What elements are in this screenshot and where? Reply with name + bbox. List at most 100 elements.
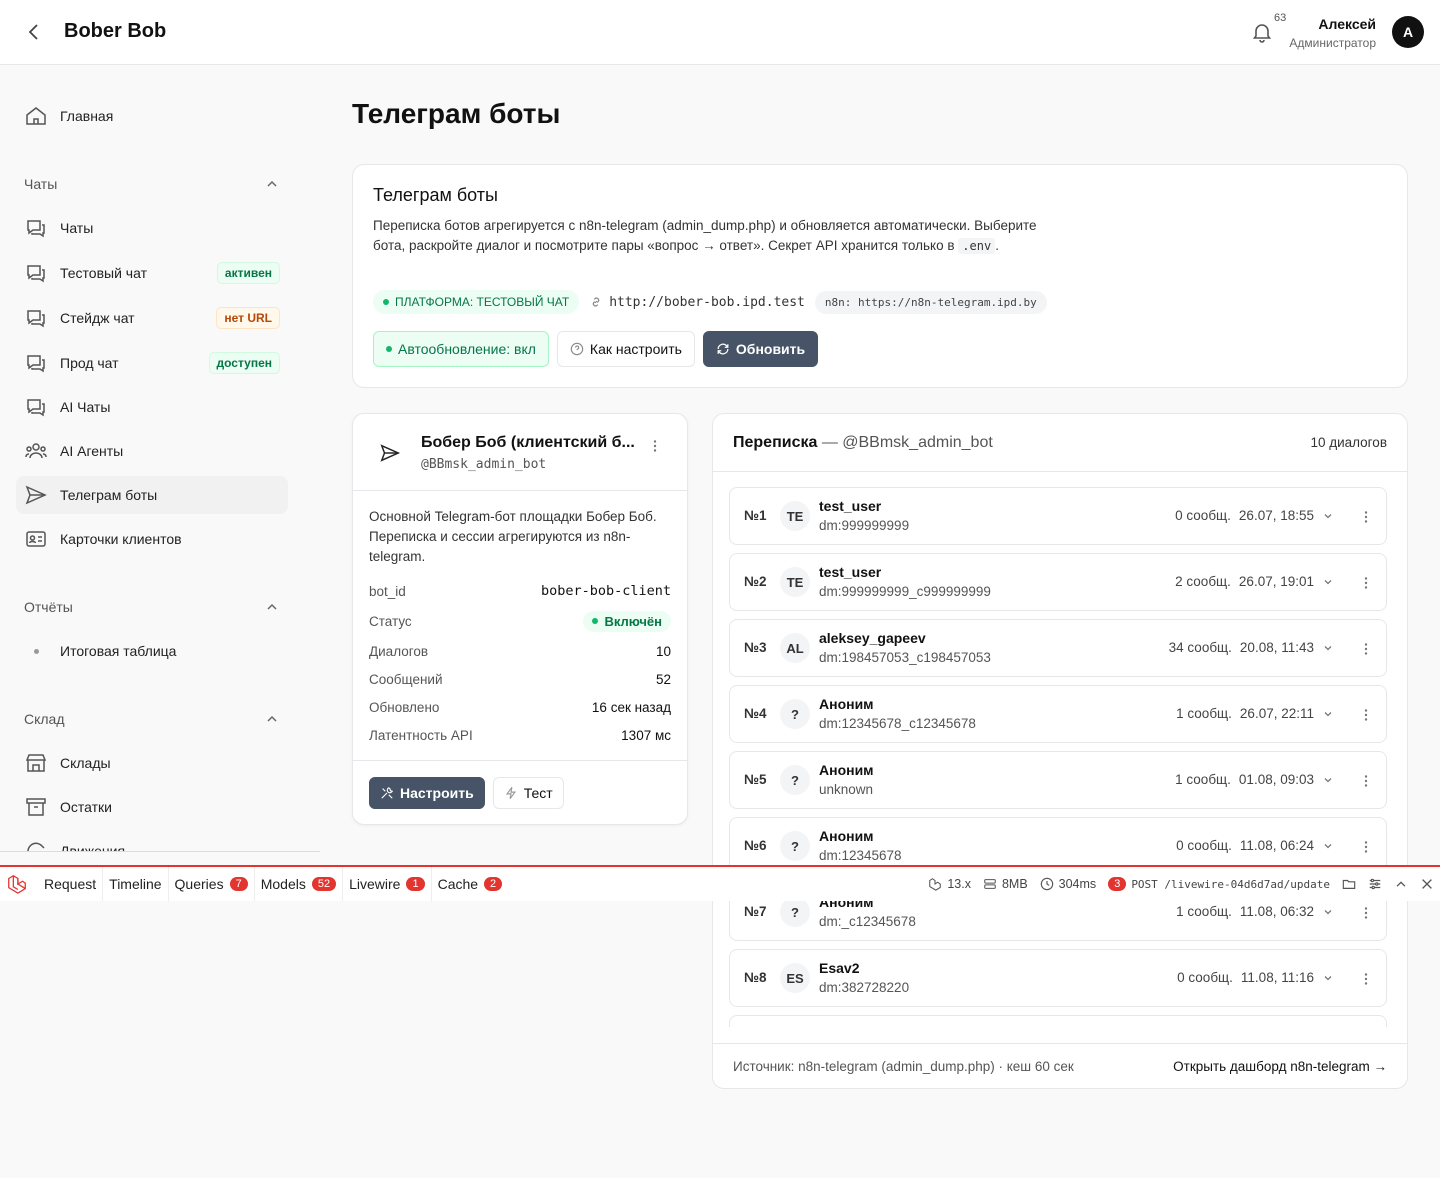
field-value: 1307 мс [621,727,671,743]
dialogs-card: Переписка — @BBmsk_admin_bot 10 диалогов… [712,413,1408,1089]
dialog-row[interactable]: №2 TE test_user dm:999999999_c999999999 2 со… [729,553,1387,611]
dialog-date: 11.08, 06:24 [1239,838,1314,853]
chevron-down-icon[interactable] [1322,708,1334,720]
close-icon[interactable] [1420,877,1434,891]
debug-tab-request[interactable]: Request [38,867,104,901]
dialog-row[interactable]: №8 ES Esav2 dm:382728220 0 сообщ. 11.08, 11:1… [729,949,1387,1007]
archive-box-icon [24,795,48,819]
dialog-avatar: ? [780,765,810,795]
bot-card-header: Бобер Боб (клиентский б... @BBmsk_admin_… [353,414,687,491]
sidebar-item-home[interactable]: Главная [16,97,288,135]
dialogs-footer: Источник: n8n-telegram (admin_dump.php) … [713,1043,1407,1088]
auto-refresh-toggle[interactable]: Автообновление: вкл [373,331,549,367]
count-badge: 7 [229,877,248,891]
field-key: Латентность API [369,727,473,743]
dialog-id: dm:_c12345678 [819,914,916,929]
more-vertical-icon[interactable] [1358,707,1374,723]
configure-button[interactable]: Настроить [369,777,485,809]
chevron-down-icon[interactable] [1322,774,1334,786]
sidebar-item-client-cards[interactable]: Карточки клиентов [16,520,288,558]
avatar[interactable]: A [1392,16,1424,48]
nav-group-chats[interactable]: Чаты [24,176,280,192]
sidebar-item-movements[interactable]: Движения [16,832,288,851]
tab-label: Livewire [349,876,401,892]
more-vertical-icon[interactable] [647,438,663,454]
status-badge: нет URL [216,307,280,329]
settings-sliders-icon[interactable] [1368,877,1382,891]
test-label: Тест [523,785,553,801]
tools-icon [381,787,394,799]
message-count: 0 сообщ. [1176,838,1232,853]
sidebar-item-ai-agents[interactable]: AI Агенты [16,432,288,470]
sidebar-item-test-chat[interactable]: Тестовый чат активен [16,254,288,292]
back-arrow-icon[interactable] [22,20,46,44]
chevron-down-icon[interactable] [1322,840,1334,852]
dialogs-bot-handle: @BBmsk_admin_bot [842,433,993,451]
more-vertical-icon[interactable] [1358,905,1374,921]
refresh-button[interactable]: Обновить [702,331,819,367]
dialog-row[interactable]: №5? Аноним unknown 1 сообщ. 01.08, 09:03 [729,751,1387,809]
field-key: Сообщений [369,671,443,687]
chevron-down-icon[interactable] [1322,906,1334,918]
bot-field-row: Сообщений 52 [369,665,671,693]
how-to-button[interactable]: Как настроить [556,331,695,367]
sidebar-item-warehouses[interactable]: Склады [16,744,288,782]
dialog-meta: 2 сообщ. 26.07, 19:01 [1175,574,1334,589]
time-text: 304ms [1058,877,1097,891]
sidebar-item-label: Прод чат [60,355,119,371]
chevron-up-icon [264,176,280,192]
more-vertical-icon[interactable] [1358,839,1374,855]
sidebar-item-stock[interactable]: Остатки [16,788,288,826]
request-stat[interactable]: 3 POST /livewire-04d6d7ad/update [1108,877,1330,891]
server-icon [984,879,996,889]
request-text: POST /livewire-04d6d7ad/update [1131,877,1330,891]
chevron-down-icon[interactable] [1322,510,1334,522]
more-vertical-icon[interactable] [1358,509,1374,525]
folder-open-icon[interactable] [1342,877,1356,891]
nav-group-reports[interactable]: Отчёты [24,599,280,615]
bot-card[interactable]: Бобер Боб (клиентский б... @BBmsk_admin_… [352,413,688,825]
sidebar-item-prod-chat[interactable]: Прод чат доступен [16,344,288,382]
field-value: Включён [604,613,662,629]
sidebar-item-summary-table[interactable]: Итоговая таблица [16,632,288,670]
sidebar-item-ai-chats[interactable]: AI Чаты [16,388,288,426]
sidebar-item-label: Итоговая таблица [60,643,177,659]
dialog-row[interactable]: №3 AL aleksey_gapeev dm:198457053_c19845705… [729,619,1387,677]
debug-stats: 13.x 8MB 304ms 3 POST /livewire-04d6d7ad/… [928,867,1440,901]
sidebar-item-telegram-bots[interactable]: Телеграм боты [16,476,288,514]
dialog-row[interactable]: №4? Аноним dm:12345678_c12345678 1 сообщ. 26… [729,685,1387,743]
chevron-down-icon[interactable] [1322,576,1334,588]
sidebar-item-stage-chat[interactable]: Стейдж чат нет URL [16,299,288,337]
chevron-up-icon[interactable] [1394,877,1408,891]
chevron-down-icon[interactable] [1322,972,1334,984]
chevron-down-icon[interactable] [1322,642,1334,654]
tab-label: Request [44,876,97,892]
debug-tab-cache[interactable]: Cache 2 [432,867,509,901]
debug-tab-livewire[interactable]: Livewire 1 [343,867,432,901]
more-vertical-icon[interactable] [1358,773,1374,789]
debug-tab-timeline[interactable]: Timeline [103,867,169,901]
user-name[interactable]: Алексей [1318,16,1376,32]
more-vertical-icon[interactable] [1358,971,1374,987]
test-button[interactable]: Тест [492,777,564,809]
sidebar-item-chats[interactable]: Чаты [16,209,288,247]
more-vertical-icon[interactable] [1358,641,1374,657]
site-url-link[interactable]: http://bober-bob.ipd.test [589,295,805,310]
debug-tab-queries[interactable]: Queries 7 [169,867,255,901]
source-note: Источник: n8n-telegram (admin_dump.php) … [733,1059,1074,1074]
more-vertical-icon[interactable] [1358,575,1374,591]
bot-description: Основной Telegram-бот площадки Бобер Боб… [369,509,657,564]
sidebar-item-label: Телеграм боты [60,487,158,503]
bell-icon[interactable] [1250,20,1274,44]
debug-tab-models[interactable]: Models 52 [255,867,344,901]
dialog-meta: 0 сообщ. 11.08, 11:16 [1177,970,1334,985]
nav-group-warehouse[interactable]: Склад [24,711,280,727]
dialogs-count: 10 диалогов [1310,435,1387,450]
message-count: 0 сообщ. [1175,508,1231,523]
store-icon [24,751,48,775]
dialog-row[interactable] [729,1015,1387,1027]
laravel-logo-icon[interactable] [6,873,28,895]
open-dashboard-link[interactable]: Открыть дашборд n8n-telegram → [1173,1059,1387,1074]
dialog-id: dm:999999999_c999999999 [819,584,991,599]
dialog-row[interactable]: №1 TE test_user dm:999999999 0 сообщ. 26.07, … [729,487,1387,545]
